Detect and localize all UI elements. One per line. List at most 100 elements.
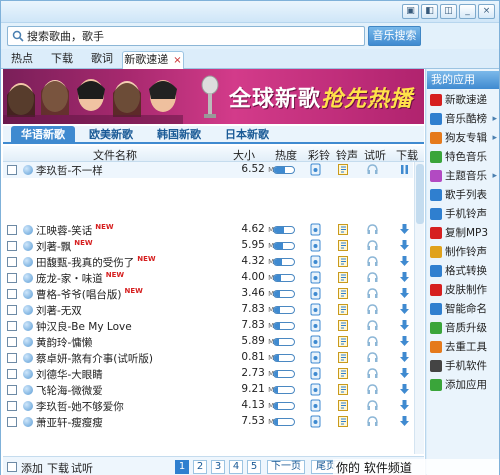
download-icon[interactable] [398, 271, 411, 284]
sidebar-item[interactable]: 歌手列表 [427, 186, 499, 204]
download-icon[interactable] [398, 319, 411, 332]
download-icon[interactable] [398, 239, 411, 252]
ringtone-icon[interactable] [337, 415, 350, 428]
pause-icon[interactable] [398, 163, 411, 176]
song-row[interactable]: 刘著-飘NEW 5.95 MB [3, 238, 413, 254]
download-icon[interactable] [398, 223, 411, 236]
sidebar-item[interactable]: 音乐酷榜 ▸ [427, 110, 499, 128]
song-name[interactable]: 蔡卓妍-煞有介事(试听版) [36, 351, 153, 366]
sidebar-item[interactable]: 手机软件 [427, 357, 499, 375]
listen-icon[interactable] [366, 271, 379, 284]
my-apps-header[interactable]: 我的应用 [427, 71, 499, 89]
song-checkbox[interactable] [7, 337, 17, 347]
download-icon[interactable] [398, 335, 411, 348]
sidebar-item[interactable]: 皮肤制作 [427, 281, 499, 299]
sidebar-item[interactable]: 音质升级 [427, 319, 499, 337]
page-2[interactable]: 2 [193, 460, 207, 474]
sidebar-item[interactable]: 主题音乐 ▸ [427, 167, 499, 185]
song-row[interactable]: 蔡卓妍-煞有介事(试听版) 0.81 MB [3, 350, 413, 366]
listen-icon[interactable] [366, 415, 379, 428]
download-icon[interactable] [398, 287, 411, 300]
ringtone-icon[interactable] [337, 367, 350, 380]
add-button[interactable]: 添加 [21, 460, 43, 475]
ringtone-icon[interactable] [337, 271, 350, 284]
song-row[interactable]: 刘德华-大眼睛 2.73 MB [3, 366, 413, 382]
color-ring-icon[interactable] [309, 303, 322, 316]
sidebar-item[interactable]: 去重工具 [427, 338, 499, 356]
listen-icon[interactable] [366, 287, 379, 300]
color-ring-icon[interactable] [309, 239, 322, 252]
song-row[interactable]: 庞龙-家・味道NEW 4.00 MB [3, 270, 413, 286]
page-1[interactable]: 1 [175, 460, 189, 474]
minimize-icon[interactable]: _ [459, 4, 476, 19]
song-row[interactable]: 黄韵玲-慵懒 5.89 MB [3, 334, 413, 350]
next-page-button[interactable]: 下一页 [267, 460, 305, 474]
song-name[interactable]: 田馥甄-我真的受伤了 NEW [36, 255, 156, 270]
sidebar-item[interactable]: 添加应用 [427, 376, 499, 394]
song-row[interactable]: 钟汉良-Be My Love 7.83 MB [3, 318, 413, 334]
listen-icon[interactable] [366, 303, 379, 316]
song-row[interactable]: 飞轮海-微微爱 9.21 MB [3, 382, 413, 398]
color-ring-icon[interactable] [309, 383, 322, 396]
listen-icon[interactable] [366, 319, 379, 332]
color-ring-icon[interactable] [309, 335, 322, 348]
tab-new-songs[interactable]: 新歌速递 × [122, 51, 184, 69]
song-checkbox[interactable] [7, 353, 17, 363]
color-ring-icon[interactable] [309, 351, 322, 364]
song-checkbox[interactable] [7, 305, 17, 315]
download-icon[interactable] [398, 351, 411, 364]
tab-western-new-songs[interactable]: 欧美新歌 [79, 126, 143, 144]
select-all-checkbox[interactable] [7, 462, 17, 472]
download-icon[interactable] [398, 303, 411, 316]
song-name[interactable]: 刘德华-大眼睛 [36, 367, 103, 382]
tab-korean-new-songs[interactable]: 韩国新歌 [147, 126, 211, 144]
page-5[interactable]: 5 [247, 460, 261, 474]
sidebar-item[interactable]: 格式转换 [427, 262, 499, 280]
song-checkbox[interactable] [7, 385, 17, 395]
ringtone-icon[interactable] [337, 399, 350, 412]
song-name[interactable]: 李玖哲-不一样 [36, 163, 103, 178]
ringtone-icon[interactable] [337, 319, 350, 332]
download-icon[interactable] [398, 399, 411, 412]
song-row[interactable]: 李玖哲-不一样 6.52 MB [3, 162, 413, 178]
restore-icon[interactable]: ◫ [440, 4, 457, 19]
song-checkbox[interactable] [7, 417, 17, 427]
song-checkbox[interactable] [7, 273, 17, 283]
col-file-name[interactable]: 文件名称 [93, 147, 137, 163]
listen-icon[interactable] [366, 163, 379, 176]
song-name[interactable]: 刘著-飘 NEW [36, 239, 93, 254]
tab-lyrics[interactable]: 歌词 [85, 51, 119, 69]
ringtone-icon[interactable] [337, 163, 350, 176]
sidebar-item[interactable]: 制作铃声 [427, 243, 499, 261]
sidebar-item[interactable]: 新歌速递 [427, 91, 499, 109]
col-size[interactable]: 大小 [233, 147, 255, 163]
song-name[interactable]: 飞轮海-微微爱 [36, 383, 103, 398]
song-row[interactable]: 李玖哲-她不够爱你 4.13 MB [3, 398, 413, 414]
search-input[interactable]: 搜索歌曲，歌手 [7, 26, 365, 46]
tab-japanese-new-songs[interactable]: 日本新歌 [215, 126, 279, 144]
song-checkbox[interactable] [7, 165, 17, 175]
col-heat[interactable]: 热度 [275, 147, 297, 163]
tab-chinese-new-songs[interactable]: 华语新歌 [11, 126, 75, 144]
sidebar-item[interactable]: 手机铃声 [427, 205, 499, 223]
song-checkbox[interactable] [7, 257, 17, 267]
song-row[interactable]: 萧亚轩-瘦瘦瘦 7.53 MB [3, 414, 413, 430]
promo-banner[interactable]: 全球新歌抢先热播 [3, 69, 424, 124]
ringtone-icon[interactable] [337, 255, 350, 268]
listen-icon[interactable] [366, 351, 379, 364]
ringtone-icon[interactable] [337, 335, 350, 348]
color-ring-icon[interactable] [309, 287, 322, 300]
color-ring-icon[interactable] [309, 271, 322, 284]
tab-download[interactable]: 下载 [45, 51, 79, 69]
download-icon[interactable] [398, 367, 411, 380]
song-name[interactable]: 萧亚轩-瘦瘦瘦 [36, 415, 103, 430]
music-search-button[interactable]: 音乐搜索 [368, 26, 421, 46]
ringtone-icon[interactable] [337, 303, 350, 316]
song-name[interactable]: 刘著-无双 [36, 303, 82, 318]
download-icon[interactable] [398, 415, 411, 428]
listen-icon[interactable] [366, 255, 379, 268]
close-icon[interactable]: × [478, 4, 495, 19]
sidebar-item[interactable]: 复制MP3 [427, 224, 499, 242]
listen-icon[interactable] [366, 399, 379, 412]
song-checkbox[interactable] [7, 225, 17, 235]
